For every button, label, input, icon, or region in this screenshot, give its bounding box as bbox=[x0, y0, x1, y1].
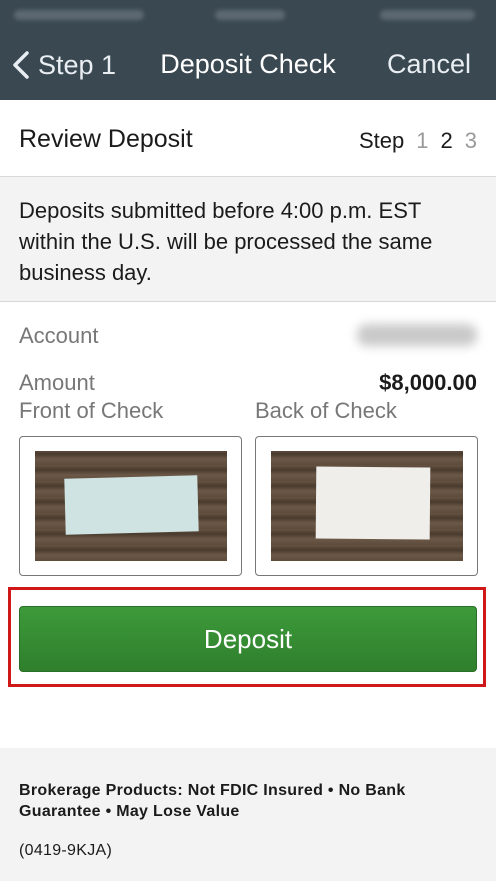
deposit-button[interactable]: Deposit bbox=[19, 606, 477, 672]
navigation-bar: Step 1 Deposit Check Cancel bbox=[0, 30, 496, 100]
cancel-button[interactable]: Cancel bbox=[387, 49, 471, 80]
step-indicator: Step 1 2 3 bbox=[359, 128, 477, 154]
check-photo-front bbox=[35, 451, 227, 561]
footer: Brokerage Products: Not FDIC Insured • N… bbox=[0, 748, 496, 881]
account-label: Account bbox=[19, 323, 99, 348]
step-1: 1 bbox=[416, 128, 429, 153]
fdic-disclaimer: Brokerage Products: Not FDIC Insured • N… bbox=[19, 782, 406, 820]
review-header: Review Deposit Step 1 2 3 bbox=[0, 100, 496, 177]
back-of-check-image[interactable] bbox=[255, 436, 478, 576]
amount-value: $8,000.00 bbox=[379, 370, 477, 395]
step-2-current: 2 bbox=[440, 128, 453, 153]
disclosure-code: (0419-9KJA) bbox=[19, 842, 113, 859]
section-title: Review Deposit bbox=[19, 125, 193, 153]
back-of-check-label: Back of Check bbox=[255, 398, 397, 423]
notice-text: Deposits submitted before 4:00 p.m. EST … bbox=[19, 198, 433, 285]
processing-notice: Deposits submitted before 4:00 p.m. EST … bbox=[0, 177, 496, 302]
front-of-check-label: Front of Check bbox=[19, 398, 164, 423]
status-bar bbox=[0, 0, 496, 30]
amount-label: Amount bbox=[19, 370, 95, 395]
step-label: Step bbox=[358, 128, 405, 153]
account-value-redacted bbox=[357, 324, 477, 346]
check-photo-back bbox=[271, 451, 463, 561]
front-of-check-image[interactable] bbox=[19, 436, 242, 576]
deposit-details: Account Amount $8,000.00 Front of Check … bbox=[0, 302, 496, 748]
step-3: 3 bbox=[464, 128, 477, 153]
